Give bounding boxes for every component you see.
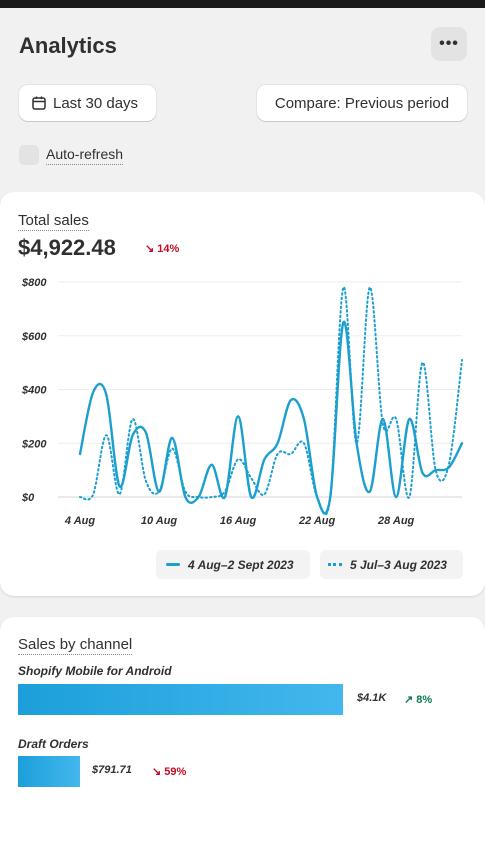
date-range-button[interactable]: Last 30 days <box>19 85 156 121</box>
channel-name: Draft Orders <box>18 737 89 751</box>
previous-period-series-line <box>79 286 463 516</box>
channel-change-badge: ↘ 59% <box>152 766 187 778</box>
page-title: Analytics <box>19 33 117 58</box>
legend-previous-label: 5 Jul–3 Aug 2023 <box>350 557 447 572</box>
channel-bar[interactable] <box>18 756 80 787</box>
y-tick-label: $0 <box>21 492 35 504</box>
legend-current-label: 4 Aug–2 Sept 2023 <box>188 557 294 572</box>
total-sales-value: $4,922.48 <box>18 235 116 260</box>
more-actions-button[interactable]: ••• <box>431 27 467 61</box>
dotted-line-swatch <box>328 563 342 566</box>
total-sales-title[interactable]: Total sales <box>18 212 89 231</box>
channel-value: $4.1K <box>357 692 387 704</box>
x-tick-label: 28 Aug <box>377 515 415 527</box>
x-tick-label: 16 Aug <box>220 515 257 527</box>
channel-name: Shopify Mobile for Android <box>18 664 172 678</box>
auto-refresh-checkbox[interactable] <box>19 145 39 165</box>
channel-change-badge: ↗ 8% <box>404 694 433 706</box>
compare-period-label: Compare: Previous period <box>274 94 450 112</box>
channel-bar[interactable] <box>18 684 343 715</box>
legend-previous-period[interactable]: 5 Jul–3 Aug 2023 <box>320 550 463 579</box>
sales-by-channel-title[interactable]: Sales by channel <box>18 636 133 655</box>
legend-current-period[interactable]: 4 Aug–2 Sept 2023 <box>156 550 310 579</box>
compare-period-button[interactable]: Compare: Previous period <box>257 85 467 121</box>
x-tick-label: 22 Aug <box>298 515 336 527</box>
total-sales-chart: $800 $600 $400 $200 $0 4 Aug 10 Aug 16 Aug 22 Au… <box>21 277 464 527</box>
y-tick-label: $600 <box>21 331 47 343</box>
calendar-icon <box>32 96 46 110</box>
date-range-label: Last 30 days <box>53 94 139 112</box>
channel-value: $791.71 <box>92 764 132 776</box>
x-tick-label: 4 Aug <box>64 515 95 527</box>
y-tick-label: $400 <box>21 385 47 397</box>
x-tick-label: 10 Aug <box>141 515 178 527</box>
total-sales-card: Total sales $4,922.48 ↘ 14% $800 $600 $400… <box>0 192 485 596</box>
solid-line-swatch <box>166 563 180 566</box>
y-tick-label: $800 <box>21 277 47 289</box>
status-bar <box>0 0 485 8</box>
auto-refresh-toggle[interactable]: Auto-refresh <box>19 145 124 165</box>
more-icon: ••• <box>439 35 459 52</box>
y-tick-label: $200 <box>21 438 47 450</box>
auto-refresh-label: Auto-refresh <box>46 146 124 165</box>
total-sales-change-badge: ↘ 14% <box>145 243 180 255</box>
sales-by-channel-card: Sales by channel Shopify Mobile for Andr… <box>0 617 485 858</box>
